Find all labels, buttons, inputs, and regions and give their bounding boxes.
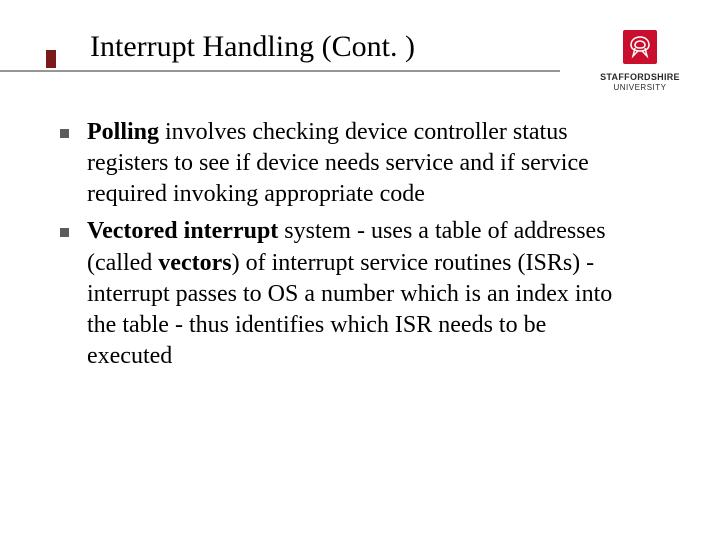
title-accent (46, 50, 56, 68)
bullet-text: Vectored interrupt system - uses a table… (87, 216, 620, 372)
bullet-icon (60, 129, 69, 138)
list-item: Vectored interrupt system - uses a table… (60, 216, 620, 372)
title-wrap: Interrupt Handling (Cont. ) (50, 30, 590, 72)
header: Interrupt Handling (Cont. ) STAFFORDSHIR… (50, 30, 680, 92)
title-divider (0, 70, 560, 72)
list-item: Polling involves checking device control… (60, 117, 620, 211)
page-title: Interrupt Handling (Cont. ) (90, 30, 590, 68)
logo-text-line2: UNIVERSITY (590, 83, 690, 92)
bullet-text: Polling involves checking device control… (87, 117, 620, 211)
bullet-icon (60, 228, 69, 237)
university-logo: STAFFORDSHIRE UNIVERSITY (590, 30, 690, 92)
staffordshire-knot-icon (623, 30, 657, 64)
content: Polling involves checking device control… (50, 117, 680, 373)
slide: Interrupt Handling (Cont. ) STAFFORDSHIR… (0, 0, 720, 540)
logo-text-line1: STAFFORDSHIRE (590, 73, 690, 83)
